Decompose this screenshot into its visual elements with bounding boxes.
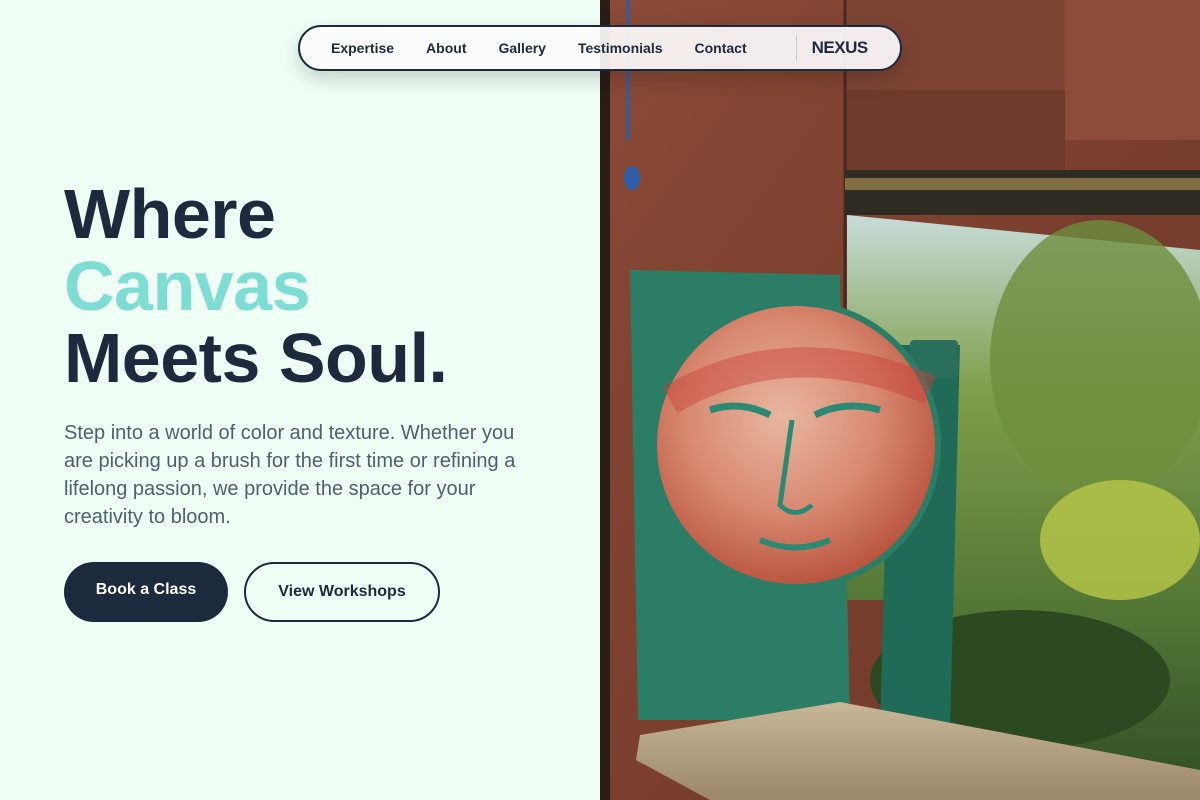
nav-link-testimonials[interactable]: Testimonials xyxy=(578,40,663,56)
hero-photo xyxy=(600,0,1200,800)
book-class-button[interactable]: Book a Class xyxy=(64,562,228,622)
hero-title-line-1: Where xyxy=(64,175,276,253)
hero-title: Where Canvas Meets Soul. xyxy=(64,175,448,397)
hero-title-line-2: Canvas xyxy=(64,247,311,325)
nav-link-expertise[interactable]: Expertise xyxy=(331,40,394,56)
top-navigation: Expertise About Gallery Testimonials Con… xyxy=(298,25,902,71)
nav-link-contact[interactable]: Contact xyxy=(695,40,747,56)
nav-divider xyxy=(795,35,797,61)
hero-description: Step into a world of color and texture. … xyxy=(64,422,516,528)
brand-logo[interactable]: NEXUS xyxy=(812,38,869,58)
nav-link-about[interactable]: About xyxy=(426,40,466,56)
view-workshops-button[interactable]: View Workshops xyxy=(244,562,440,622)
hero-title-line-3: Meets Soul. xyxy=(64,319,448,397)
nav-link-gallery[interactable]: Gallery xyxy=(498,40,545,56)
painted-face-artwork-image xyxy=(600,0,1200,800)
